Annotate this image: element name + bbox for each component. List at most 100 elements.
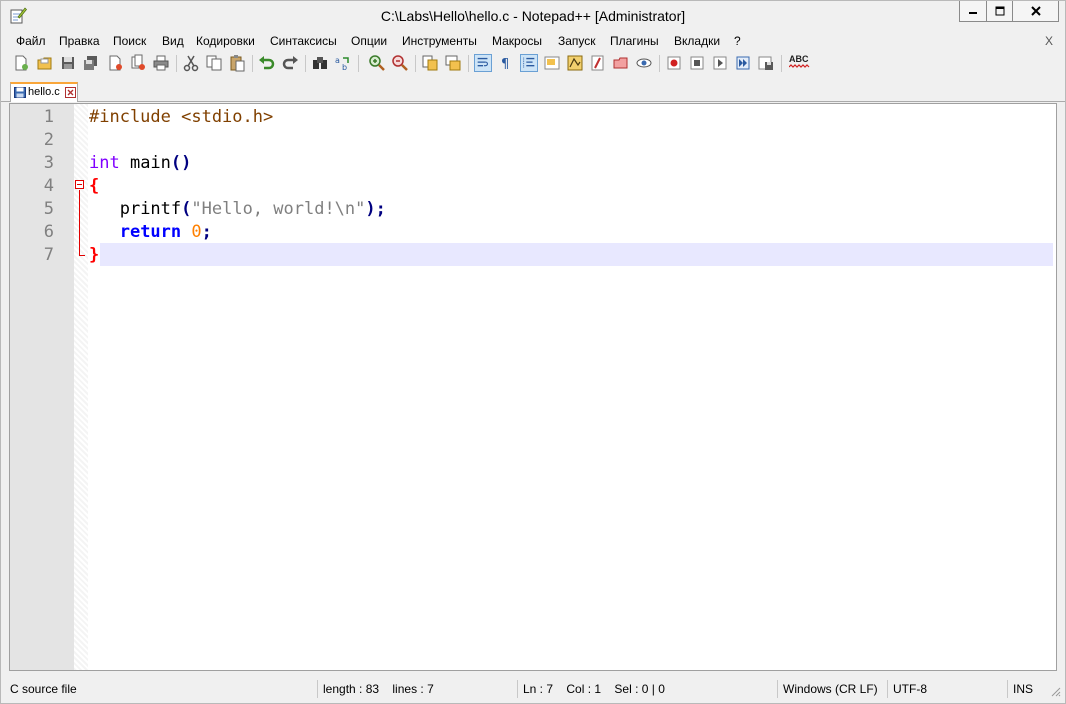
close-icon[interactable]: [106, 54, 124, 72]
status-position: Ln : 7 Col : 1 Sel : 0 | 0: [517, 680, 777, 698]
notepad-window: C:\Labs\Hello\hello.c - Notepad++ [Admin…: [0, 0, 1066, 704]
menu-edit[interactable]: Правка: [59, 34, 100, 48]
zoom-in-icon[interactable]: [368, 54, 386, 72]
find-icon[interactable]: [311, 54, 329, 72]
cut-icon[interactable]: [182, 54, 200, 72]
maximize-button[interactable]: [986, 1, 1013, 22]
toolbar-separator: [415, 55, 416, 72]
svg-text:b: b: [342, 63, 347, 72]
sync-vertical-icon[interactable]: [421, 54, 439, 72]
code-line: 6 return 0;: [10, 221, 1056, 244]
folder-workspace-icon[interactable]: [612, 54, 630, 72]
stop-macro-icon[interactable]: [688, 54, 706, 72]
play-macro-icon[interactable]: [711, 54, 729, 72]
save-icon[interactable]: [59, 54, 77, 72]
menu-language[interactable]: Синтаксисы: [270, 34, 337, 48]
return-keyword: return: [119, 222, 182, 242]
minimize-button[interactable]: [959, 1, 986, 22]
close-all-icon[interactable]: [129, 54, 147, 72]
menu-file[interactable]: Файл: [16, 34, 46, 48]
status-encoding[interactable]: UTF-8: [887, 680, 1007, 698]
run-macro-multiple-icon[interactable]: [734, 54, 752, 72]
replace-icon[interactable]: ab: [334, 54, 352, 72]
operator: (: [181, 199, 192, 219]
identifier: main: [119, 153, 171, 173]
menu-plugins[interactable]: Плагины: [610, 34, 659, 48]
code-line: 1 #include <stdio.h>: [10, 106, 1056, 129]
menu-encoding[interactable]: Кодировки: [196, 34, 255, 48]
code-line: 5 printf("Hello, world!\n");: [10, 198, 1056, 221]
saved-file-icon: [14, 87, 26, 98]
window-controls: [959, 1, 1059, 23]
code-text: int main(): [89, 152, 191, 175]
menu-settings[interactable]: Опции: [351, 34, 387, 48]
menu-help[interactable]: ?: [734, 34, 741, 48]
indent-guide-icon[interactable]: [520, 54, 538, 72]
toolbar-separator: [305, 55, 306, 72]
operator: );: [365, 199, 386, 219]
menu-window[interactable]: Вкладки: [674, 34, 720, 48]
redo-icon[interactable]: [281, 54, 299, 72]
close-document-button[interactable]: X: [1045, 34, 1053, 48]
function-list-icon[interactable]: [589, 54, 607, 72]
code-text: return 0;: [89, 221, 212, 244]
save-all-icon[interactable]: [82, 54, 100, 72]
menu-macro[interactable]: Макросы: [492, 34, 542, 48]
language-icon[interactable]: [543, 54, 561, 72]
spell-check-label: ABC: [789, 54, 809, 64]
word-wrap-icon[interactable]: [474, 54, 492, 72]
save-macro-icon[interactable]: [757, 54, 775, 72]
zoom-out-icon[interactable]: [391, 54, 409, 72]
title-bar[interactable]: C:\Labs\Hello\hello.c - Notepad++ [Admin…: [1, 1, 1065, 31]
line-number: 6: [43, 222, 54, 242]
status-lines: lines : 7: [392, 682, 434, 696]
toolbar-separator: [176, 55, 177, 72]
status-file-type: C source file: [10, 682, 77, 696]
tab-hello-c[interactable]: hello.c: [10, 82, 78, 102]
new-file-icon[interactable]: [12, 54, 30, 72]
show-all-chars-icon[interactable]: ¶: [497, 54, 515, 72]
svg-text:a: a: [335, 56, 340, 65]
line-number: 7: [43, 245, 54, 265]
menu-bar: Файл Правка Поиск Вид Кодировки Синтакси…: [1, 33, 1065, 51]
monitor-icon[interactable]: [635, 54, 653, 72]
doc-map-icon[interactable]: [566, 54, 584, 72]
status-ln: Ln : 7: [523, 682, 554, 696]
record-macro-icon[interactable]: [665, 54, 683, 72]
code-editor[interactable]: 1 #include <stdio.h> 2 3 int main() 4 { …: [9, 103, 1057, 671]
resize-grip-icon[interactable]: [1049, 685, 1061, 697]
menu-view[interactable]: Вид: [162, 34, 184, 48]
status-eol[interactable]: Windows (CR LF): [777, 680, 887, 698]
window-title: C:\Labs\Hello\hello.c - Notepad++ [Admin…: [380, 8, 686, 24]
line-number: 3: [43, 153, 54, 173]
menu-search[interactable]: Поиск: [113, 34, 146, 48]
maximize-icon: [995, 6, 1004, 16]
code-line: 3 int main(): [10, 152, 1056, 175]
toolbar-separator: [781, 55, 782, 72]
tab-close-icon[interactable]: [65, 87, 76, 98]
matched-brace: }: [89, 245, 100, 265]
toolbar-separator: [468, 55, 469, 72]
status-length: length : 83: [323, 682, 380, 696]
status-length-lines: length : 83 lines : 7: [317, 680, 515, 698]
spell-check-icon[interactable]: ABC: [789, 54, 813, 72]
sync-horizontal-icon[interactable]: [444, 54, 462, 72]
close-window-icon: [1030, 6, 1041, 16]
open-file-icon[interactable]: [36, 54, 54, 72]
menu-run[interactable]: Запуск: [558, 34, 596, 48]
operator: ;: [201, 222, 212, 242]
menu-tools[interactable]: Инструменты: [402, 34, 477, 48]
line-number: 2: [43, 130, 54, 150]
undo-icon[interactable]: [258, 54, 276, 72]
paste-icon[interactable]: [228, 54, 246, 72]
toolbar-separator: [252, 55, 253, 72]
print-icon[interactable]: [152, 54, 170, 72]
close-window-button[interactable]: [1013, 1, 1059, 22]
code-line: 4 {: [10, 175, 1056, 198]
copy-icon[interactable]: [205, 54, 223, 72]
code-line: 2: [10, 129, 1056, 152]
status-insert-mode[interactable]: INS: [1007, 680, 1043, 698]
line-number: 5: [43, 199, 54, 219]
